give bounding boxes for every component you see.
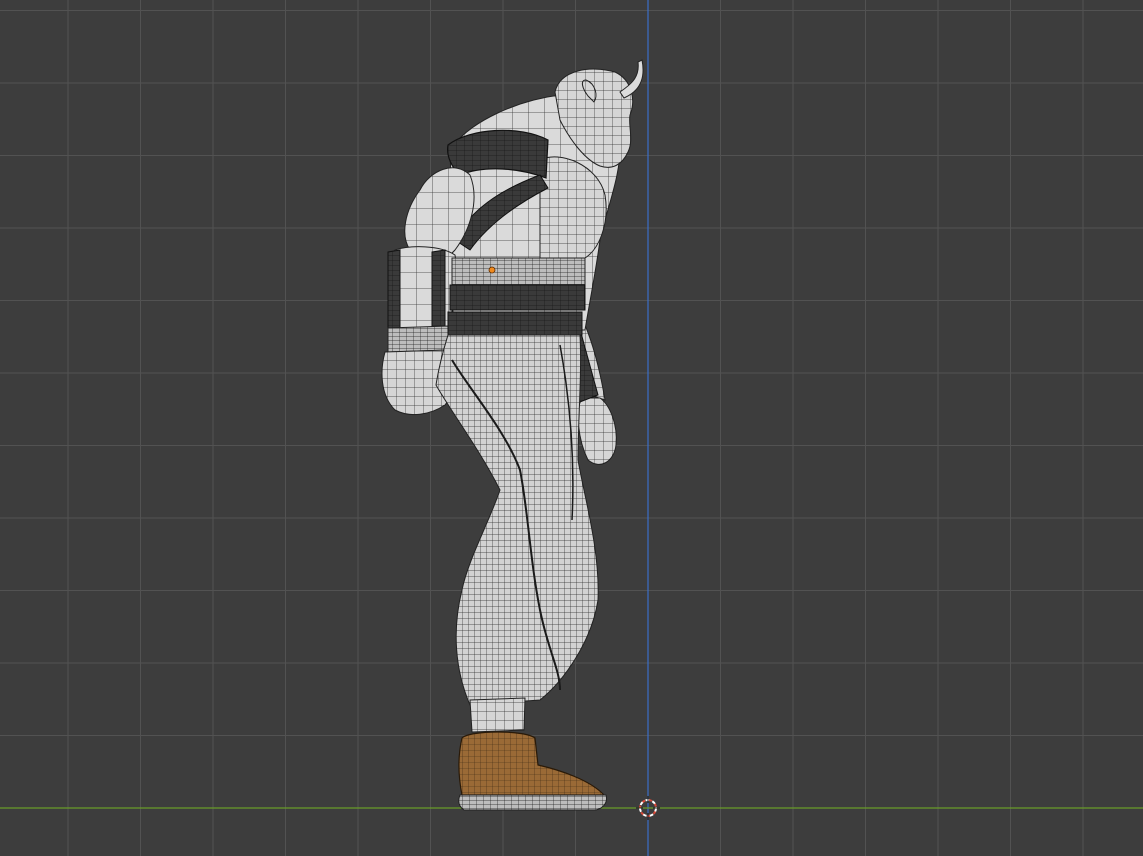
3d-viewport[interactable] (0, 0, 1143, 856)
back-hand (577, 397, 617, 465)
belt-band (449, 284, 586, 311)
waist-band (447, 311, 583, 336)
viewport-canvas[interactable] (0, 0, 1143, 856)
character-mesh[interactable] (381, 59, 644, 811)
forearm (390, 246, 458, 336)
trousers (435, 334, 599, 706)
boot-sole (458, 794, 607, 811)
ankle-cuff (469, 697, 526, 733)
wrist-cuff (387, 325, 449, 353)
boot (458, 731, 606, 796)
object-origin-dot[interactable] (488, 266, 496, 274)
belt (451, 257, 586, 286)
